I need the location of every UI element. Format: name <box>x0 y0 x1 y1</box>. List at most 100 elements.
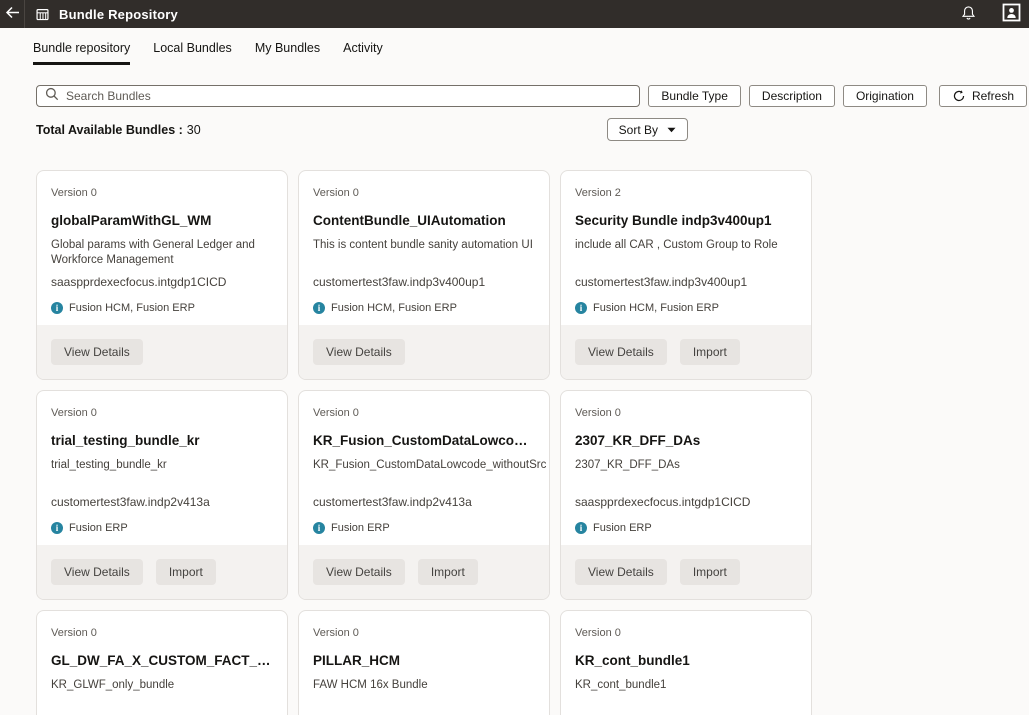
view-details-button[interactable]: View Details <box>313 339 405 365</box>
card-applications: Fusion ERP <box>69 522 128 534</box>
view-details-button[interactable]: View Details <box>51 559 143 585</box>
card-body: Version 0 KR_Fusion_CustomDataLowcode_wi… <box>299 391 549 534</box>
bundle-card: Version 0 trial_testing_bundle_kr trial_… <box>36 390 288 600</box>
total-bundles-value: 30 <box>187 123 201 137</box>
card-description: KR_GLWF_only_bundle <box>51 678 273 708</box>
view-details-button[interactable]: View Details <box>313 559 405 585</box>
card-body: Version 0 PILLAR_HCM FAW HCM 16x Bundle … <box>299 611 549 715</box>
card-title: Security Bundle indp3v400up1 <box>575 213 797 228</box>
tab-local-bundles[interactable]: Local Bundles <box>153 41 232 65</box>
card-description: Global params with General Ledger and Wo… <box>51 238 273 268</box>
card-version: Version 0 <box>51 407 273 419</box>
card-source: customertest3faw.indp3v400up1 <box>313 275 535 289</box>
card-version: Version 0 <box>575 407 797 419</box>
bell-icon <box>961 5 976 24</box>
card-applications: Fusion ERP <box>331 522 390 534</box>
card-applications: Fusion ERP <box>593 522 652 534</box>
back-arrow-icon <box>5 6 20 22</box>
card-footer: View Details <box>299 325 549 379</box>
card-title: ContentBundle_UIAutomation <box>313 213 535 228</box>
search-box <box>36 85 640 107</box>
card-applications: Fusion HCM, Fusion ERP <box>593 302 719 314</box>
info-icon: i <box>313 522 325 534</box>
card-footer: View Details Import <box>37 545 287 599</box>
refresh-label: Refresh <box>972 89 1014 103</box>
card-body: Version 0 2307_KR_DFF_DAs 2307_KR_DFF_DA… <box>561 391 811 534</box>
import-button[interactable]: Import <box>418 559 478 585</box>
card-applications-row: i Fusion HCM, Fusion ERP <box>313 302 535 314</box>
card-title: KR_cont_bundle1 <box>575 653 797 668</box>
bundle-card: Version 0 KR_Fusion_CustomDataLowcode_wi… <box>298 390 550 600</box>
card-title: GL_DW_FA_X_CUSTOM_FACT_GLDET... <box>51 653 273 668</box>
card-body: Version 0 ContentBundle_UIAutomation Thi… <box>299 171 549 314</box>
filter-buttons: Bundle Type Description Origination <box>648 85 927 107</box>
card-source: customertest3faw.indp2v413a <box>313 495 535 509</box>
sort-by-dropdown[interactable]: Sort By <box>607 118 688 141</box>
card-description: trial_testing_bundle_kr <box>51 458 273 488</box>
bundle-card: Version 0 KR_cont_bundle1 KR_cont_bundle… <box>560 610 812 715</box>
card-footer: View Details Import <box>561 325 811 379</box>
card-applications-row: i Fusion ERP <box>51 522 273 534</box>
repository-icon <box>35 7 50 22</box>
card-title: PILLAR_HCM <box>313 653 535 668</box>
card-title: globalParamWithGL_WM <box>51 213 273 228</box>
import-button[interactable]: Import <box>680 559 740 585</box>
bundle-card: Version 2 Security Bundle indp3v400up1 i… <box>560 170 812 380</box>
bundle-card: Version 0 globalParamWithGL_WM Global pa… <box>36 170 288 380</box>
notifications-button[interactable] <box>961 5 976 24</box>
refresh-button[interactable]: Refresh <box>939 85 1027 107</box>
info-icon: i <box>575 302 587 314</box>
info-icon: i <box>313 302 325 314</box>
card-body: Version 0 GL_DW_FA_X_CUSTOM_FACT_GLDET..… <box>37 611 287 715</box>
card-body: Version 2 Security Bundle indp3v400up1 i… <box>561 171 811 314</box>
card-source: customertest3faw.indp2v413a <box>51 495 273 509</box>
view-details-button[interactable]: View Details <box>575 559 667 585</box>
bundle-card: Version 0 2307_KR_DFF_DAs 2307_KR_DFF_DA… <box>560 390 812 600</box>
card-source: customertest3faw.indp3v400up1 <box>575 275 797 289</box>
description-filter-button[interactable]: Description <box>749 85 835 107</box>
user-menu-button[interactable] <box>1002 3 1021 25</box>
header-divider <box>24 0 25 28</box>
card-source: saaspprdexecfocus.intgdp1CICD <box>51 275 273 289</box>
card-source: saaspprdexecfocus.intgdp1CICD <box>575 495 797 509</box>
origination-filter-button[interactable]: Origination <box>843 85 927 107</box>
tab-bar: Bundle repository Local Bundles My Bundles… <box>0 28 1029 65</box>
card-footer: View Details <box>37 325 287 379</box>
card-version: Version 0 <box>575 627 797 639</box>
card-description: KR_Fusion_CustomDataLowcode_withoutSrc <box>313 458 535 488</box>
chevron-down-icon <box>667 127 676 133</box>
sort-by-label: Sort By <box>619 123 658 137</box>
card-title: KR_Fusion_CustomDataLowcode_wit... <box>313 433 535 448</box>
bundle-type-filter-button[interactable]: Bundle Type <box>648 85 741 107</box>
card-applications-row: i Fusion ERP <box>313 522 535 534</box>
bundle-card: Version 0 GL_DW_FA_X_CUSTOM_FACT_GLDET..… <box>36 610 288 715</box>
info-icon: i <box>51 302 63 314</box>
tab-bundle-repository[interactable]: Bundle repository <box>33 41 130 65</box>
card-footer: View Details Import <box>299 545 549 599</box>
card-applications: Fusion HCM, Fusion ERP <box>331 302 457 314</box>
tab-activity[interactable]: Activity <box>343 41 383 65</box>
card-body: Version 0 trial_testing_bundle_kr trial_… <box>37 391 287 534</box>
info-icon: i <box>51 522 63 534</box>
toolbar: Bundle Type Description Origination Refres… <box>36 85 1027 107</box>
card-description: include all CAR , Custom Group to Role <box>575 238 797 268</box>
view-details-button[interactable]: View Details <box>575 339 667 365</box>
card-version: Version 0 <box>51 187 273 199</box>
card-version: Version 0 <box>313 407 535 419</box>
bundle-card: Version 0 ContentBundle_UIAutomation Thi… <box>298 170 550 380</box>
meta-row: Total Available Bundles : 30 Sort By <box>36 118 1029 141</box>
user-avatar-icon <box>1002 3 1021 25</box>
back-button[interactable] <box>0 0 24 28</box>
card-version: Version 2 <box>575 187 797 199</box>
card-version: Version 0 <box>51 627 273 639</box>
search-icon <box>45 87 66 106</box>
card-applications-row: i Fusion HCM, Fusion ERP <box>575 302 797 314</box>
card-description: 2307_KR_DFF_DAs <box>575 458 797 488</box>
card-description: KR_cont_bundle1 <box>575 678 797 708</box>
search-input[interactable] <box>66 89 631 103</box>
view-details-button[interactable]: View Details <box>51 339 143 365</box>
import-button[interactable]: Import <box>680 339 740 365</box>
tab-my-bundles[interactable]: My Bundles <box>255 41 320 65</box>
import-button[interactable]: Import <box>156 559 216 585</box>
card-applications: Fusion HCM, Fusion ERP <box>69 302 195 314</box>
